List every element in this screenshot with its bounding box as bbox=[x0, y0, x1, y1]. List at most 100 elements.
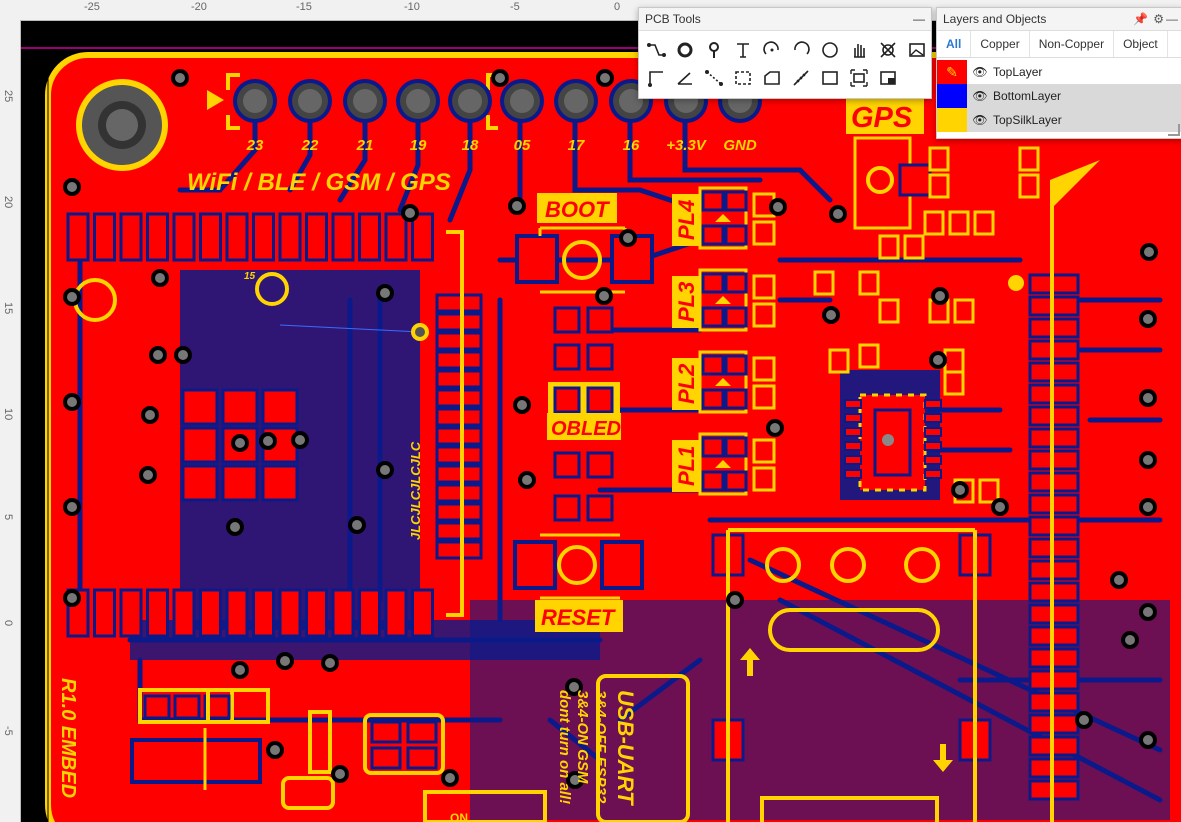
smd-pad[interactable] bbox=[978, 478, 1000, 504]
no-connect-icon[interactable] bbox=[875, 37, 901, 63]
smd-pad[interactable] bbox=[435, 331, 483, 351]
header-pad[interactable] bbox=[448, 79, 492, 123]
smd-pad[interactable] bbox=[411, 588, 434, 638]
pcb-tools-title-bar[interactable]: PCB Tools — bbox=[639, 8, 931, 31]
smd-pad[interactable] bbox=[119, 212, 143, 262]
smd-pad[interactable] bbox=[146, 212, 169, 262]
arc-ccw-icon[interactable] bbox=[788, 37, 814, 63]
smd-pad[interactable] bbox=[411, 212, 434, 262]
route-track-icon[interactable] bbox=[643, 37, 669, 63]
smd-pad[interactable] bbox=[435, 312, 483, 332]
via-icon[interactable] bbox=[672, 37, 698, 63]
header-pad[interactable] bbox=[233, 79, 277, 123]
smd-pad[interactable] bbox=[199, 212, 222, 262]
smd-pad[interactable] bbox=[93, 588, 116, 638]
header-pad[interactable] bbox=[554, 79, 598, 123]
smd-pad[interactable] bbox=[828, 348, 850, 374]
header-pad[interactable] bbox=[500, 79, 544, 123]
smd-pad[interactable] bbox=[225, 588, 249, 638]
smd-pad[interactable] bbox=[261, 388, 299, 426]
smd-pad[interactable] bbox=[172, 588, 196, 638]
smd-pad[interactable] bbox=[435, 464, 483, 484]
smd-pad[interactable] bbox=[119, 588, 143, 638]
smd-pad[interactable] bbox=[358, 212, 381, 262]
smd-pad[interactable] bbox=[278, 588, 302, 638]
smd-pad[interactable] bbox=[928, 146, 950, 172]
text-icon[interactable] bbox=[730, 37, 756, 63]
smd-pad[interactable] bbox=[252, 588, 275, 638]
smd-pad[interactable] bbox=[358, 588, 381, 638]
smd-pad[interactable] bbox=[93, 212, 116, 262]
smd-pad[interactable] bbox=[973, 210, 995, 236]
smd-pad[interactable] bbox=[953, 298, 975, 324]
eye-icon[interactable]: 👁 bbox=[967, 113, 993, 127]
layer-row[interactable]: ✎ 👁 TopLayer bbox=[937, 60, 1181, 84]
smd-pad[interactable] bbox=[261, 464, 299, 502]
smd-pad[interactable] bbox=[435, 369, 483, 389]
smd-pad[interactable] bbox=[878, 234, 900, 260]
smd-pad[interactable] bbox=[858, 270, 880, 296]
smd-pad[interactable] bbox=[1018, 173, 1040, 199]
circle-icon[interactable] bbox=[817, 37, 843, 63]
smd-pad[interactable] bbox=[928, 173, 950, 199]
layer-row[interactable]: 👁 BottomLayer bbox=[937, 84, 1181, 108]
smd-pad[interactable] bbox=[331, 212, 355, 262]
header-pad[interactable] bbox=[396, 79, 440, 123]
smd-pad[interactable] bbox=[435, 426, 483, 446]
canvas-origin-icon[interactable] bbox=[875, 65, 901, 91]
smd-pad[interactable] bbox=[225, 212, 249, 262]
smd-pad[interactable] bbox=[943, 370, 965, 396]
eye-icon[interactable]: 👁 bbox=[967, 89, 993, 103]
smd-pad[interactable] bbox=[221, 388, 259, 426]
smd-pad[interactable] bbox=[252, 212, 275, 262]
pcb-board-drawing[interactable]: WiFi / BLE / GSM / GPS 15 23 22 21 19 18 05 17… bbox=[21, 21, 1181, 822]
smd-pad[interactable] bbox=[948, 210, 970, 236]
header-pad[interactable] bbox=[288, 79, 332, 123]
image-icon[interactable] bbox=[904, 37, 930, 63]
smd-pad[interactable] bbox=[305, 588, 328, 638]
smd-pad[interactable] bbox=[923, 210, 945, 236]
tab-copper[interactable]: Copper bbox=[971, 31, 1030, 57]
smd-pad[interactable] bbox=[435, 483, 483, 503]
rectangle-icon[interactable] bbox=[817, 65, 843, 91]
smd-pad[interactable] bbox=[878, 298, 900, 324]
minimize-button[interactable]: — bbox=[913, 8, 925, 30]
smd-pad[interactable] bbox=[181, 464, 219, 502]
dimension-icon[interactable] bbox=[701, 65, 727, 91]
region-icon[interactable] bbox=[730, 65, 756, 91]
layers-title-bar[interactable]: Layers and Objects 📌 ⚙ — bbox=[937, 8, 1181, 31]
smd-pad[interactable] bbox=[1018, 146, 1040, 172]
smd-pad[interactable] bbox=[181, 388, 219, 426]
minimize-button[interactable]: — bbox=[1166, 8, 1178, 30]
pan-hand-icon[interactable] bbox=[846, 37, 872, 63]
line-corner-icon[interactable] bbox=[643, 65, 669, 91]
polygon-icon[interactable] bbox=[759, 65, 785, 91]
eye-icon[interactable]: 👁 bbox=[967, 65, 993, 79]
smd-pad[interactable] bbox=[172, 212, 196, 262]
tab-all[interactable]: All bbox=[937, 31, 972, 57]
smd-pad[interactable] bbox=[66, 212, 90, 262]
smd-pad[interactable] bbox=[435, 521, 483, 541]
smd-pad[interactable] bbox=[221, 464, 259, 502]
layers-panel[interactable]: Layers and Objects 📌 ⚙ — All Copper Non-… bbox=[936, 7, 1181, 139]
smd-pad[interactable] bbox=[435, 407, 483, 427]
smd-pad[interactable] bbox=[331, 588, 355, 638]
smd-pad[interactable] bbox=[435, 445, 483, 465]
measure-icon[interactable] bbox=[788, 65, 814, 91]
smd-pad[interactable] bbox=[435, 540, 483, 560]
pcb-canvas[interactable]: WiFi / BLE / GSM / GPS 15 23 22 21 19 18 05 17… bbox=[21, 21, 1181, 822]
layer-color-swatch[interactable] bbox=[937, 84, 967, 108]
smd-pad[interactable] bbox=[435, 350, 483, 370]
pin-icon[interactable]: 📌 bbox=[1133, 8, 1148, 30]
smd-pad[interactable] bbox=[435, 293, 483, 313]
smd-pad[interactable] bbox=[435, 388, 483, 408]
smd-pad[interactable] bbox=[813, 270, 835, 296]
smd-pad[interactable] bbox=[943, 348, 965, 374]
layer-color-swatch[interactable]: ✎ bbox=[937, 60, 967, 84]
layer-row[interactable]: 👁 TopSilkLayer bbox=[937, 108, 1181, 132]
tab-non-copper[interactable]: Non-Copper bbox=[1030, 31, 1115, 57]
smd-pad[interactable] bbox=[181, 426, 219, 464]
arc-icon[interactable] bbox=[759, 37, 785, 63]
smd-pad[interactable] bbox=[858, 343, 880, 369]
smd-pad[interactable] bbox=[435, 502, 483, 522]
